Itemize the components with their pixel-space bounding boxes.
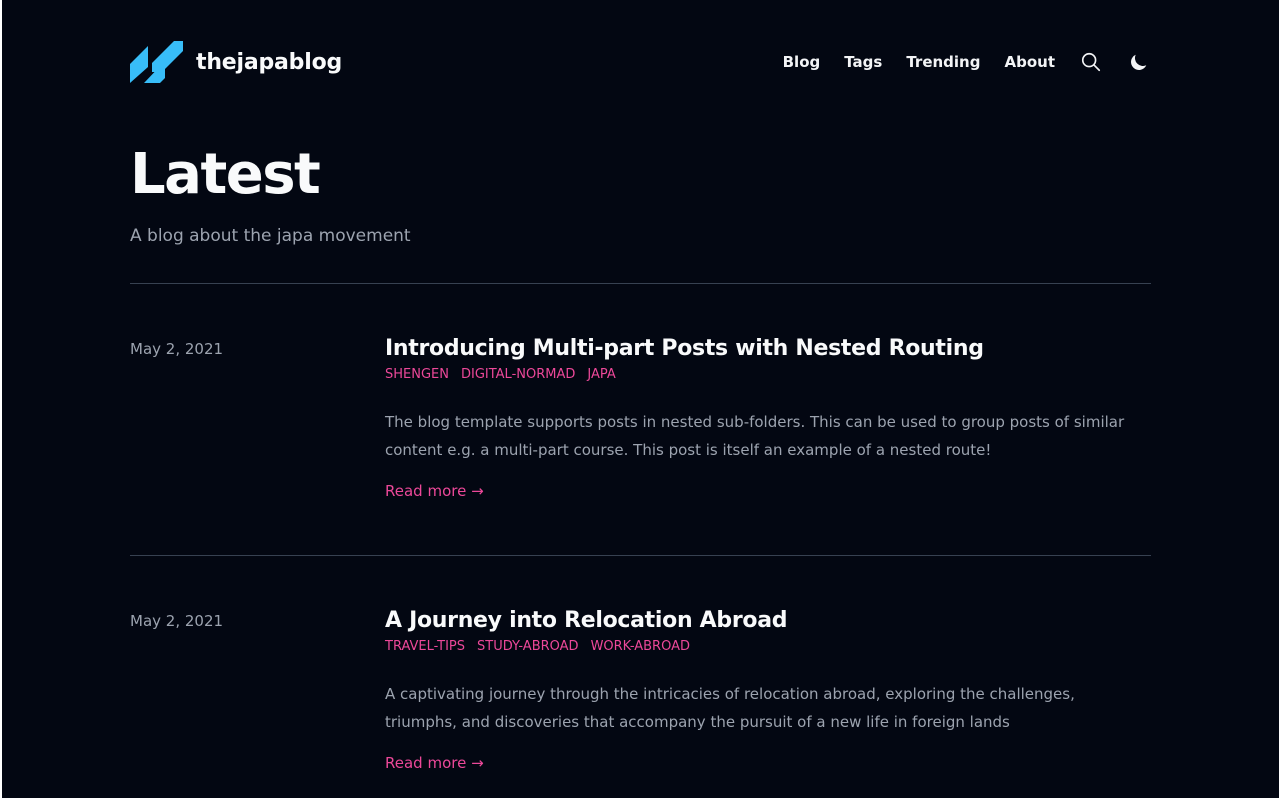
- divider: [130, 555, 1151, 556]
- main-nav: Blog Tags Trending About: [783, 50, 1151, 74]
- divider: [130, 283, 1151, 284]
- tag-link[interactable]: WORK-ABROAD: [591, 639, 690, 654]
- tag-link[interactable]: SHENGEN: [385, 367, 449, 382]
- site-name: thejapablog: [196, 49, 343, 75]
- post-tags: SHENGEN DIGITAL-NORMAD JAPA: [385, 367, 1151, 382]
- post-summary: The blog template supports posts in nest…: [385, 413, 1125, 459]
- post-title-link[interactable]: A Journey into Relocation Abroad: [385, 607, 1151, 635]
- page-subtitle: A blog about the japa movement: [130, 226, 411, 246]
- page-title: Latest: [130, 142, 321, 207]
- tag-link[interactable]: STUDY-ABROAD: [477, 639, 579, 654]
- nav-trending[interactable]: Trending: [906, 53, 980, 71]
- logo-icon: [130, 41, 183, 83]
- site-header: thejapablog Blog Tags Trending About: [130, 38, 1151, 86]
- nav-tags[interactable]: Tags: [844, 53, 882, 71]
- home-logo-link[interactable]: thejapablog: [130, 41, 342, 83]
- search-icon: [1081, 52, 1101, 72]
- post-summary: A captivating journey through the intric…: [385, 685, 1075, 731]
- nav-blog[interactable]: Blog: [783, 53, 821, 71]
- post-date: May 2, 2021: [130, 340, 224, 358]
- post-body: Introducing Multi-part Posts with Nested…: [385, 335, 1151, 500]
- theme-toggle-button[interactable]: [1127, 50, 1151, 74]
- read-more-link[interactable]: Read more →: [385, 482, 484, 500]
- post-title-link[interactable]: Introducing Multi-part Posts with Nested…: [385, 335, 1151, 363]
- tag-link[interactable]: TRAVEL-TIPS: [385, 639, 465, 654]
- read-more-link[interactable]: Read more →: [385, 754, 484, 772]
- moon-icon: [1131, 54, 1147, 70]
- tag-link[interactable]: JAPA: [587, 367, 615, 382]
- post-body: A Journey into Relocation Abroad TRAVEL-…: [385, 607, 1151, 772]
- post-date: May 2, 2021: [130, 612, 224, 630]
- post-tags: TRAVEL-TIPS STUDY-ABROAD WORK-ABROAD: [385, 639, 1151, 654]
- tag-link[interactable]: DIGITAL-NORMAD: [461, 367, 575, 382]
- search-button[interactable]: [1079, 50, 1103, 74]
- nav-about[interactable]: About: [1004, 53, 1055, 71]
- page: thejapablog Blog Tags Trending About Lat…: [2, 0, 1279, 798]
